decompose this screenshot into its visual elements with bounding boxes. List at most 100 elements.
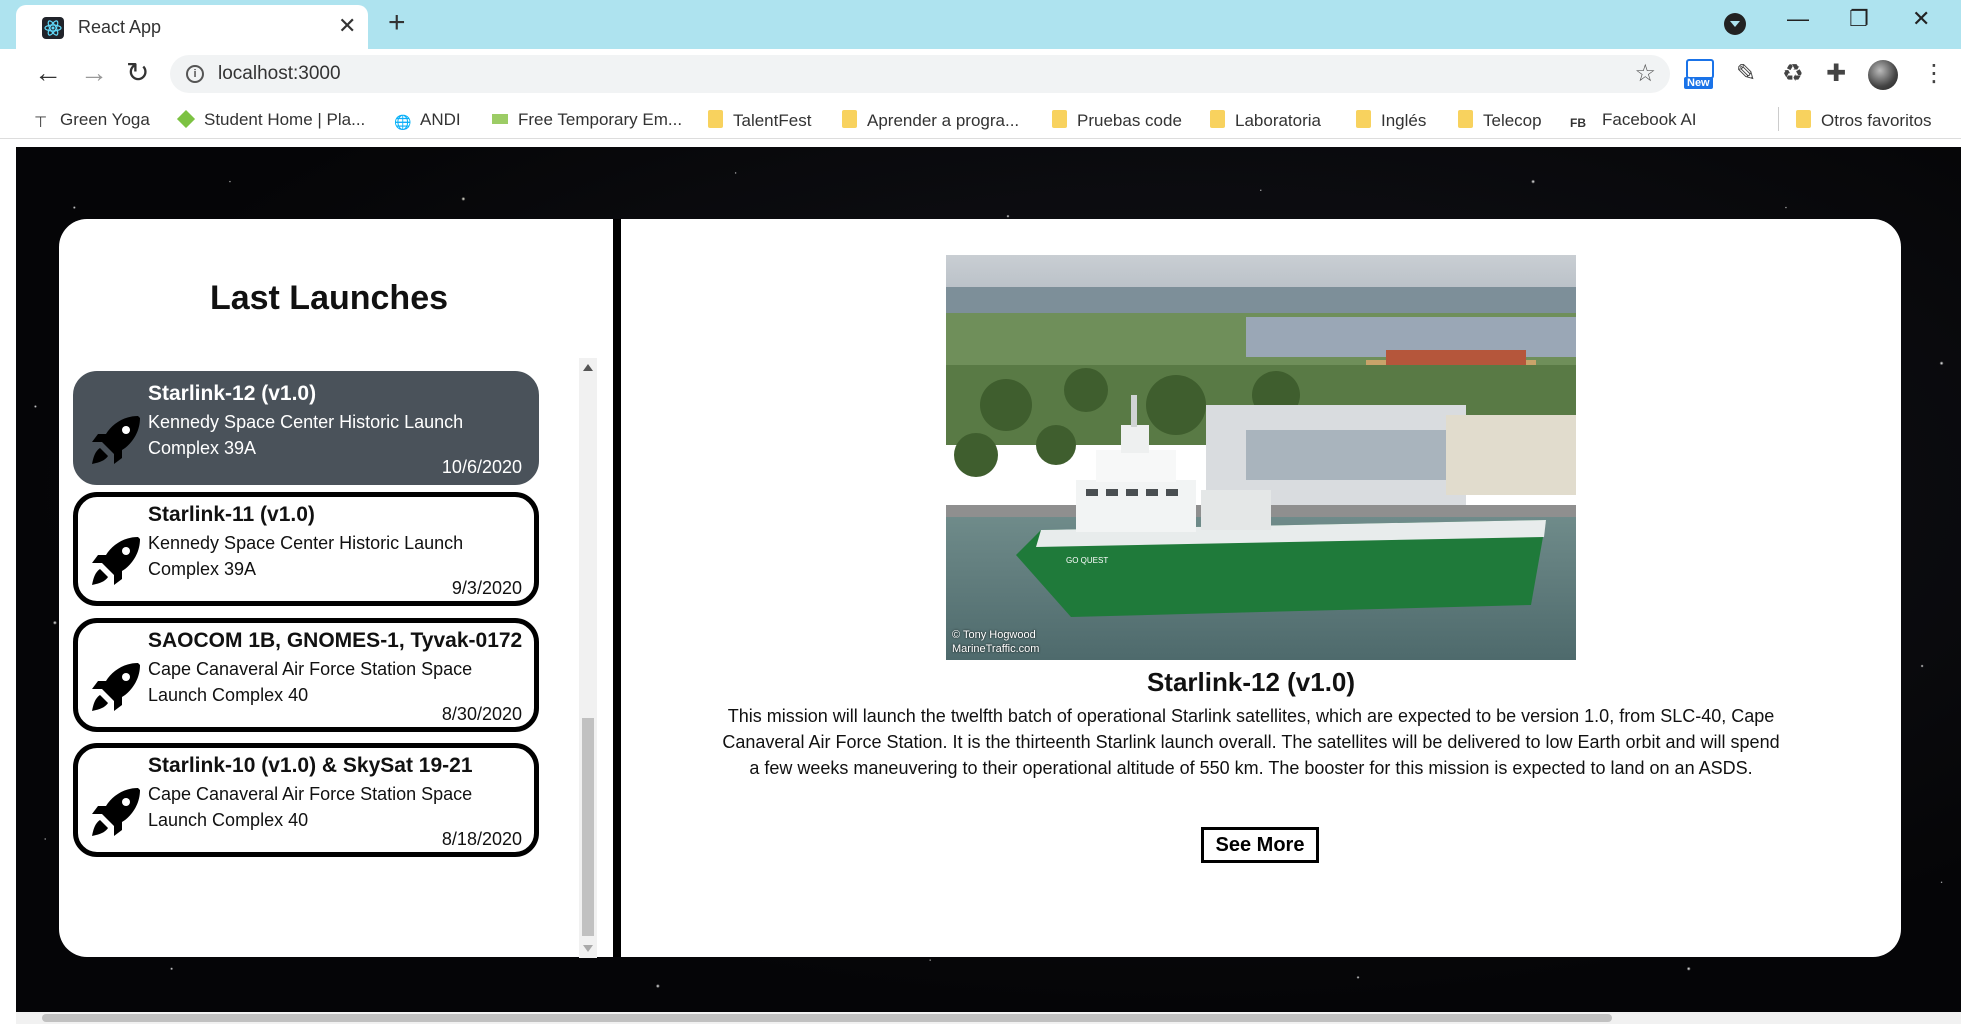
launch-card-name: Starlink-10 (v1.0) & SkySat 19-21	[148, 754, 473, 777]
launches-panel: Last Launches Starlink-12 (v1.0) Kennedy …	[59, 219, 614, 957]
launch-card-date: 8/18/2020	[441, 829, 522, 849]
scroll-down-icon[interactable]	[583, 945, 593, 952]
bookmark-label: Student Home | Pla...	[204, 110, 366, 129]
launch-name: Starlink-12 (v1.0)	[1146, 667, 1356, 697]
launch-card[interactable]: Starlink-11 (v1.0) Kennedy Space Center H…	[73, 492, 539, 606]
bookmark-item[interactable]: Free Temporary Em...	[492, 110, 682, 130]
address-bar[interactable]: i localhost:3000 ☆	[170, 55, 1670, 93]
tab-close-icon[interactable]: ✕	[338, 13, 356, 39]
mission-photo: GO QUEST © Tony Hogwood MarineTraffic.co…	[946, 255, 1576, 660]
launch-card-date: 8/30/2020	[441, 704, 522, 724]
bookmark-item[interactable]: 🌐 ANDI	[394, 110, 461, 130]
rocket-icon	[88, 784, 144, 840]
launch-list-scrollbar[interactable]	[579, 358, 597, 958]
bookmark-label: ANDI	[420, 110, 461, 129]
minimize-icon[interactable]: —	[1787, 6, 1809, 32]
rocket-icon	[88, 412, 144, 468]
bookmark-label: Aprender a progra...	[867, 111, 1020, 130]
bookmark-label: Facebook AI	[1602, 110, 1697, 129]
bookmark-item[interactable]: FB Facebook AI	[1570, 110, 1697, 132]
launches-title: Last Launches	[209, 279, 449, 317]
bookmark-item[interactable]: TalentFest	[708, 110, 811, 131]
photo-credit-line: © Tony Hogwood	[952, 629, 1036, 641]
bookmarks-separator	[1778, 107, 1779, 131]
react-favicon-icon	[42, 17, 64, 39]
bookmark-item[interactable]: Aprender a progra...	[842, 110, 1019, 131]
folder-icon	[842, 110, 857, 128]
bookmark-label: Laboratoria	[1235, 111, 1322, 130]
rocket-icon	[88, 659, 144, 715]
diamond-icon	[176, 109, 196, 129]
ship-name-label: GO QUEST	[1066, 556, 1108, 565]
launch-card-name: Starlink-11 (v1.0)	[148, 503, 315, 526]
reload-icon[interactable]: ↻	[126, 58, 149, 88]
restore-icon[interactable]: ❐	[1849, 6, 1869, 32]
bookmark-item[interactable]: Telecop	[1458, 110, 1542, 131]
back-icon[interactable]: ←	[34, 58, 62, 88]
bookmarks-bar: ⊤ Green Yoga Student Home | Pla... 🌐 ANDI Fre…	[0, 101, 1961, 139]
bookmark-label: Inglés	[1381, 111, 1427, 130]
bookmark-label: TalentFest	[733, 111, 812, 130]
extension-badge: New	[1684, 77, 1713, 89]
see-more-button[interactable]: See More	[1201, 827, 1319, 863]
horizontal-scroll-thumb[interactable]	[42, 1014, 1612, 1022]
launch-card-date: 10/6/2020	[441, 457, 522, 477]
bookmark-star-icon[interactable]: ☆	[1634, 59, 1656, 88]
url-text: localhost:3000	[218, 63, 341, 84]
browser-tab[interactable]: React App ✕	[16, 5, 368, 49]
folder-icon	[1210, 110, 1225, 128]
bookmark-item[interactable]: Student Home | Pla...	[176, 109, 366, 130]
yoga-icon: ⊤	[34, 114, 48, 131]
folder-icon	[1458, 110, 1473, 128]
new-tab-icon[interactable]: +	[388, 6, 406, 40]
close-window-icon[interactable]: ✕	[1912, 6, 1930, 32]
profile-avatar[interactable]	[1868, 60, 1898, 90]
bookmark-label: Otros favoritos	[1821, 111, 1932, 130]
launch-card-name: SAOCOM 1B, GNOMES-1, Tyvak-0172	[148, 629, 523, 652]
globe-icon: 🌐	[394, 114, 412, 130]
rocket-icon	[88, 533, 144, 589]
fb-icon: FB	[1570, 116, 1586, 130]
mail-icon	[492, 114, 508, 124]
scroll-up-icon[interactable]	[583, 364, 593, 371]
new-extension-icon[interactable]: New	[1684, 57, 1718, 89]
site-info-icon[interactable]: i	[186, 65, 204, 83]
launch-card[interactable]: Starlink-12 (v1.0) Kennedy Space Center H…	[73, 371, 539, 485]
bookmark-label: Green Yoga	[60, 110, 150, 129]
eyedropper-icon[interactable]: ✎	[1736, 59, 1756, 88]
bookmark-item[interactable]: Pruebas code	[1052, 110, 1182, 131]
panel-divider	[613, 219, 621, 957]
launch-card-name: Starlink-12 (v1.0)	[148, 382, 317, 405]
folder-icon	[1796, 110, 1811, 128]
launch-list[interactable]: Starlink-12 (v1.0) Kennedy Space Center H…	[59, 367, 599, 957]
launch-card-date: 9/3/2020	[451, 578, 522, 598]
tab-strip: React App ✕ + — ❐ ✕	[0, 0, 1961, 49]
launch-card-site: Cape Canaveral Air Force Station Space L…	[148, 659, 473, 705]
page-horizontal-scrollbar[interactable]	[16, 1012, 1961, 1024]
folder-icon	[708, 110, 723, 128]
bookmark-item[interactable]: Inglés	[1356, 110, 1426, 131]
bookmark-item[interactable]: ⊤ Green Yoga	[34, 110, 150, 131]
launch-card[interactable]: Starlink-10 (v1.0) & SkySat 19-21 Cape Ca…	[73, 743, 539, 857]
other-bookmarks-folder[interactable]: Otros favoritos	[1796, 110, 1932, 131]
folder-icon	[1052, 110, 1067, 128]
forward-icon[interactable]: →	[80, 58, 108, 88]
launch-card-site: Kennedy Space Center Historic Launch Com…	[148, 412, 464, 458]
launch-card-site: Cape Canaveral Air Force Station Space L…	[148, 784, 473, 830]
bookmark-label: Telecop	[1483, 111, 1542, 130]
tab-search-icon[interactable]	[1724, 13, 1746, 35]
launch-detail-panel: GO QUEST © Tony Hogwood MarineTraffic.co…	[621, 219, 1901, 957]
launch-card-site: Kennedy Space Center Historic Launch Com…	[148, 533, 464, 579]
photo-credit: © Tony Hogwood MarineTraffic.com	[952, 628, 1039, 656]
extensions-puzzle-icon[interactable]: ✚	[1826, 59, 1846, 88]
folder-icon	[1356, 110, 1371, 128]
photo-credit-line: MarineTraffic.com	[952, 643, 1040, 655]
bookmark-item[interactable]: Laboratoria	[1210, 110, 1321, 131]
menu-kebab-icon[interactable]: ⋮	[1922, 59, 1946, 88]
tab-title: React App	[78, 17, 162, 37]
scroll-thumb[interactable]	[582, 718, 594, 936]
recycle-icon[interactable]: ♻	[1782, 59, 1804, 88]
launch-card[interactable]: SAOCOM 1B, GNOMES-1, Tyvak-0172 Cape Cana…	[73, 618, 539, 732]
bookmark-label: Free Temporary Em...	[518, 110, 683, 129]
launch-description: This mission will launch the twelfth bat…	[722, 706, 1780, 778]
